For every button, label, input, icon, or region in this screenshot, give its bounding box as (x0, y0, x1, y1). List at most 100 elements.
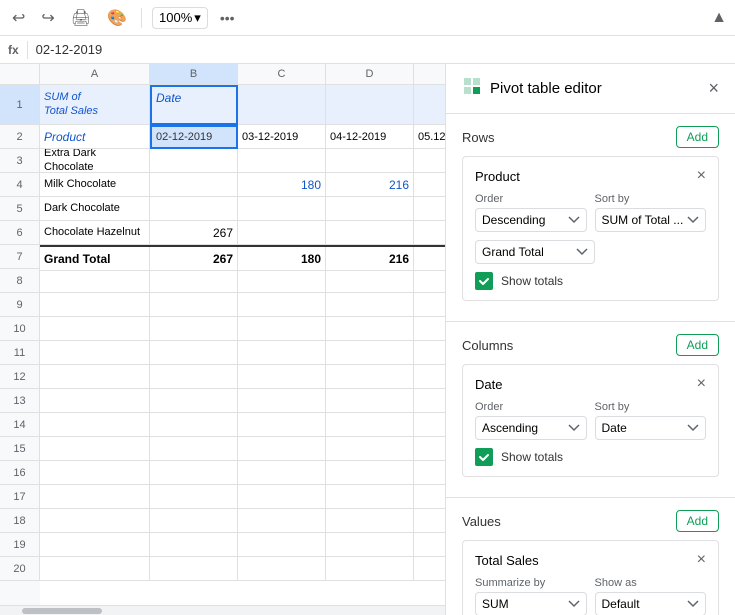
cell-e9[interactable] (414, 293, 445, 317)
cell-e15[interactable] (414, 437, 445, 461)
row-num-14[interactable]: 14 (0, 413, 40, 437)
cell-e14[interactable] (414, 413, 445, 437)
cell-c5[interactable] (238, 197, 326, 221)
cell-d1[interactable] (326, 85, 414, 125)
cell-b10[interactable] (150, 317, 238, 341)
cell-a9[interactable] (40, 293, 150, 317)
cell-a11[interactable] (40, 341, 150, 365)
cell-e11[interactable] (414, 341, 445, 365)
cell-c18[interactable] (238, 509, 326, 533)
row-num-17[interactable]: 17 (0, 485, 40, 509)
paint-format-button[interactable]: 🎨 (103, 4, 131, 32)
cell-a2[interactable]: Product (40, 125, 150, 149)
row-num-2[interactable]: 2 (0, 125, 40, 149)
row-num-10[interactable]: 10 (0, 317, 40, 341)
cell-c10[interactable] (238, 317, 326, 341)
cell-b18[interactable] (150, 509, 238, 533)
cell-d8[interactable] (326, 269, 414, 293)
cell-e16[interactable] (414, 461, 445, 485)
cell-c9[interactable] (238, 293, 326, 317)
col-header-d[interactable]: D (326, 64, 414, 84)
cell-a8[interactable] (40, 269, 150, 293)
columns-add-button[interactable]: Add (676, 334, 719, 356)
row-num-16[interactable]: 16 (0, 461, 40, 485)
row-num-11[interactable]: 11 (0, 341, 40, 365)
row-num-20[interactable]: 20 (0, 557, 40, 581)
cell-d20[interactable] (326, 557, 414, 581)
cell-e4[interactable] (414, 173, 445, 197)
cell-a13[interactable] (40, 389, 150, 413)
cell-b13[interactable] (150, 389, 238, 413)
cell-e2[interactable]: 05.12.2019 (414, 125, 445, 149)
cell-b2[interactable]: 02-12-2019 (150, 125, 238, 149)
rows-show-totals-checkbox[interactable] (475, 272, 493, 290)
col-header-b[interactable]: B (150, 64, 238, 84)
cell-a4[interactable]: Milk Chocolate (40, 173, 150, 197)
cell-b7[interactable]: 267 (150, 247, 238, 271)
columns-card-close-button[interactable]: × (697, 375, 706, 393)
scroll-thumb[interactable] (22, 608, 102, 614)
cell-c15[interactable] (238, 437, 326, 461)
horizontal-scrollbar[interactable] (0, 605, 445, 615)
cell-e5[interactable] (414, 197, 445, 221)
undo-button[interactable]: ↩ (8, 4, 29, 32)
pivot-close-button[interactable]: × (708, 78, 719, 99)
cell-a17[interactable] (40, 485, 150, 509)
cell-c13[interactable] (238, 389, 326, 413)
cell-c7[interactable]: 180 (238, 247, 326, 271)
cell-d5[interactable] (326, 197, 414, 221)
cell-e20[interactable] (414, 557, 445, 581)
cell-b8[interactable] (150, 269, 238, 293)
cell-c6[interactable] (238, 221, 326, 245)
cell-d9[interactable] (326, 293, 414, 317)
cell-e10[interactable] (414, 317, 445, 341)
cell-c16[interactable] (238, 461, 326, 485)
cell-c17[interactable] (238, 485, 326, 509)
cell-c1[interactable] (238, 85, 326, 125)
row-num-13[interactable]: 13 (0, 389, 40, 413)
cell-d18[interactable] (326, 509, 414, 533)
cell-b11[interactable] (150, 341, 238, 365)
cell-d2[interactable]: 04-12-2019 (326, 125, 414, 149)
cell-a14[interactable] (40, 413, 150, 437)
cell-d7[interactable]: 216 (326, 247, 414, 271)
rows-sortby-select[interactable]: SUM of Total ... (595, 208, 707, 232)
cell-a1[interactable]: SUM ofTotal Sales (40, 85, 150, 125)
columns-show-totals-checkbox[interactable] (475, 448, 493, 466)
print-button[interactable]: 🖨 (67, 4, 95, 32)
cell-e3[interactable] (414, 149, 445, 173)
cell-a7[interactable]: Grand Total (40, 247, 150, 271)
rows-add-button[interactable]: Add (676, 126, 719, 148)
cell-d3[interactable] (326, 149, 414, 173)
cell-b9[interactable] (150, 293, 238, 317)
cell-b14[interactable] (150, 413, 238, 437)
col-header-e[interactable]: E (414, 64, 445, 84)
col-header-c[interactable]: C (238, 64, 326, 84)
values-card-close-button[interactable]: × (697, 551, 706, 569)
more-options-button[interactable]: ••• (220, 10, 235, 26)
cell-e1[interactable] (414, 85, 445, 125)
cell-b19[interactable] (150, 533, 238, 557)
cell-e19[interactable] (414, 533, 445, 557)
cell-e13[interactable] (414, 389, 445, 413)
cell-a18[interactable] (40, 509, 150, 533)
cell-c2[interactable]: 03-12-2019 (238, 125, 326, 149)
cell-b4[interactable] (150, 173, 238, 197)
cell-e8[interactable] (414, 269, 445, 293)
cell-d15[interactable] (326, 437, 414, 461)
row-num-7[interactable]: 7 (0, 245, 40, 269)
cell-d19[interactable] (326, 533, 414, 557)
cell-b12[interactable] (150, 365, 238, 389)
cell-d14[interactable] (326, 413, 414, 437)
row-num-19[interactable]: 19 (0, 533, 40, 557)
row-num-5[interactable]: 5 (0, 197, 40, 221)
cell-a3[interactable]: Extra Dark Chocolate (40, 149, 150, 173)
row-num-15[interactable]: 15 (0, 437, 40, 461)
cell-c4[interactable]: 180 (238, 173, 326, 197)
row-num-3[interactable]: 3 (0, 149, 40, 173)
row-num-12[interactable]: 12 (0, 365, 40, 389)
zoom-selector[interactable]: 100% ▾ (152, 7, 208, 29)
cell-d4[interactable]: 216 (326, 173, 414, 197)
values-add-button[interactable]: Add (676, 510, 719, 532)
cell-a5[interactable]: Dark Chocolate (40, 197, 150, 221)
